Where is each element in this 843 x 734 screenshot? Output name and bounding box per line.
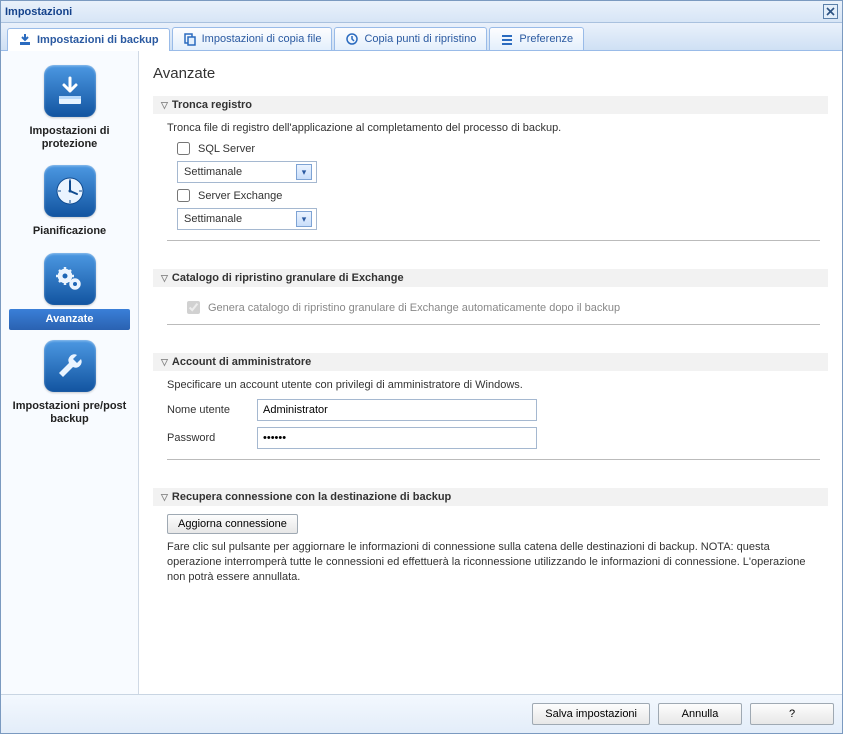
tab-file-copy-settings[interactable]: Impostazioni di copia file [172, 27, 333, 50]
sidebar: Impostazioni di protezione Pianificazion… [1, 51, 139, 694]
clock-icon [44, 165, 96, 217]
tab-preferences[interactable]: Preferenze [489, 27, 584, 50]
exchange-frequency-select[interactable]: Settimanale ▾ [177, 208, 317, 230]
download-disk-icon [18, 33, 32, 47]
save-button[interactable]: Salva impostazioni [532, 703, 650, 725]
content-area: Avanzate ▽ Tronca registro Tronca file d… [139, 51, 842, 694]
section-truncate-log: ▽ Tronca registro Tronca file di registr… [153, 96, 828, 249]
sql-server-label: SQL Server [198, 143, 255, 155]
exchange-server-checkbox[interactable] [177, 189, 190, 202]
exchange-server-label: Server Exchange [198, 190, 282, 202]
section-header-recover[interactable]: ▽ Recupera connessione con la destinazio… [153, 488, 828, 506]
section-title: Account di amministratore [172, 356, 311, 368]
sidebar-item-schedule[interactable]: Pianificazione [1, 159, 138, 246]
exchange-server-row: Server Exchange [177, 189, 820, 202]
wrench-icon [44, 340, 96, 392]
restore-point-icon [345, 32, 359, 46]
chevron-down-icon: ▽ [161, 492, 168, 503]
chevron-down-icon: ▾ [296, 211, 312, 227]
generate-catalog-label: Genera catalogo di ripristino granulare … [208, 302, 620, 314]
sql-server-checkbox[interactable] [177, 142, 190, 155]
section-recover-connection: ▽ Recupera connessione con la destinazio… [153, 488, 828, 593]
select-value: Settimanale [184, 166, 242, 178]
disk-download-icon [44, 65, 96, 117]
chevron-down-icon: ▽ [161, 357, 168, 368]
chevron-down-icon: ▾ [296, 164, 312, 180]
admin-desc: Specificare un account utente con privil… [167, 379, 820, 391]
tab-restore-points[interactable]: Copia punti di ripristino [334, 27, 487, 50]
update-connection-button[interactable]: Aggiorna connessione [167, 514, 298, 534]
section-granular-catalog: ▽ Catalogo di ripristino granulare di Ex… [153, 269, 828, 333]
sql-server-row: SQL Server [177, 142, 820, 155]
username-label: Nome utente [167, 404, 247, 416]
chevron-down-icon: ▽ [161, 273, 168, 284]
sql-frequency-select[interactable]: Settimanale ▾ [177, 161, 317, 183]
section-header-admin[interactable]: ▽ Account di amministratore [153, 353, 828, 371]
settings-window: Impostazioni Impostazioni di backup Impo… [0, 0, 843, 734]
sidebar-item-label: Pianificazione [5, 221, 134, 242]
window-title: Impostazioni [5, 6, 72, 18]
titlebar: Impostazioni [1, 1, 842, 23]
password-input[interactable] [257, 427, 537, 449]
help-button[interactable]: ? [750, 703, 834, 725]
generate-catalog-checkbox [187, 301, 200, 314]
copy-icon [183, 32, 197, 46]
username-input[interactable] [257, 399, 537, 421]
section-header-granular[interactable]: ▽ Catalogo di ripristino granulare di Ex… [153, 269, 828, 287]
sidebar-item-protection[interactable]: Impostazioni di protezione [1, 59, 138, 159]
tab-label: Impostazioni di backup [37, 34, 159, 46]
chevron-down-icon: ▽ [161, 100, 168, 111]
sidebar-item-advanced[interactable]: Avanzate [1, 247, 138, 334]
recover-note: Fare clic sul pulsante per aggiornare le… [167, 540, 820, 585]
password-label: Password [167, 432, 247, 444]
generate-catalog-row: Genera catalogo di ripristino granulare … [187, 301, 820, 314]
sidebar-item-label: Impostazioni di protezione [5, 121, 134, 155]
prefs-icon [500, 32, 514, 46]
section-title: Tronca registro [172, 99, 252, 111]
cancel-button[interactable]: Annulla [658, 703, 742, 725]
sidebar-item-pre-post[interactable]: Impostazioni pre/post backup [1, 334, 138, 434]
section-title: Recupera connessione con la destinazione… [172, 491, 451, 503]
tab-strip: Impostazioni di backup Impostazioni di c… [1, 23, 842, 51]
gear-icon [44, 253, 96, 305]
tab-label: Impostazioni di copia file [202, 33, 322, 45]
section-admin-account: ▽ Account di amministratore Specificare … [153, 353, 828, 468]
close-icon[interactable] [823, 4, 838, 19]
tab-label: Copia punti di ripristino [364, 33, 476, 45]
truncate-desc: Tronca file di registro dell'applicazion… [167, 122, 820, 134]
page-title: Avanzate [153, 65, 828, 82]
sidebar-item-label: Impostazioni pre/post backup [5, 396, 134, 430]
section-title: Catalogo di ripristino granulare di Exch… [172, 272, 404, 284]
tab-backup-settings[interactable]: Impostazioni di backup [7, 28, 170, 51]
tab-label: Preferenze [519, 33, 573, 45]
section-header-truncate[interactable]: ▽ Tronca registro [153, 96, 828, 114]
sidebar-item-label: Avanzate [9, 309, 130, 330]
dialog-footer: Salva impostazioni Annulla ? [1, 694, 842, 733]
select-value: Settimanale [184, 213, 242, 225]
